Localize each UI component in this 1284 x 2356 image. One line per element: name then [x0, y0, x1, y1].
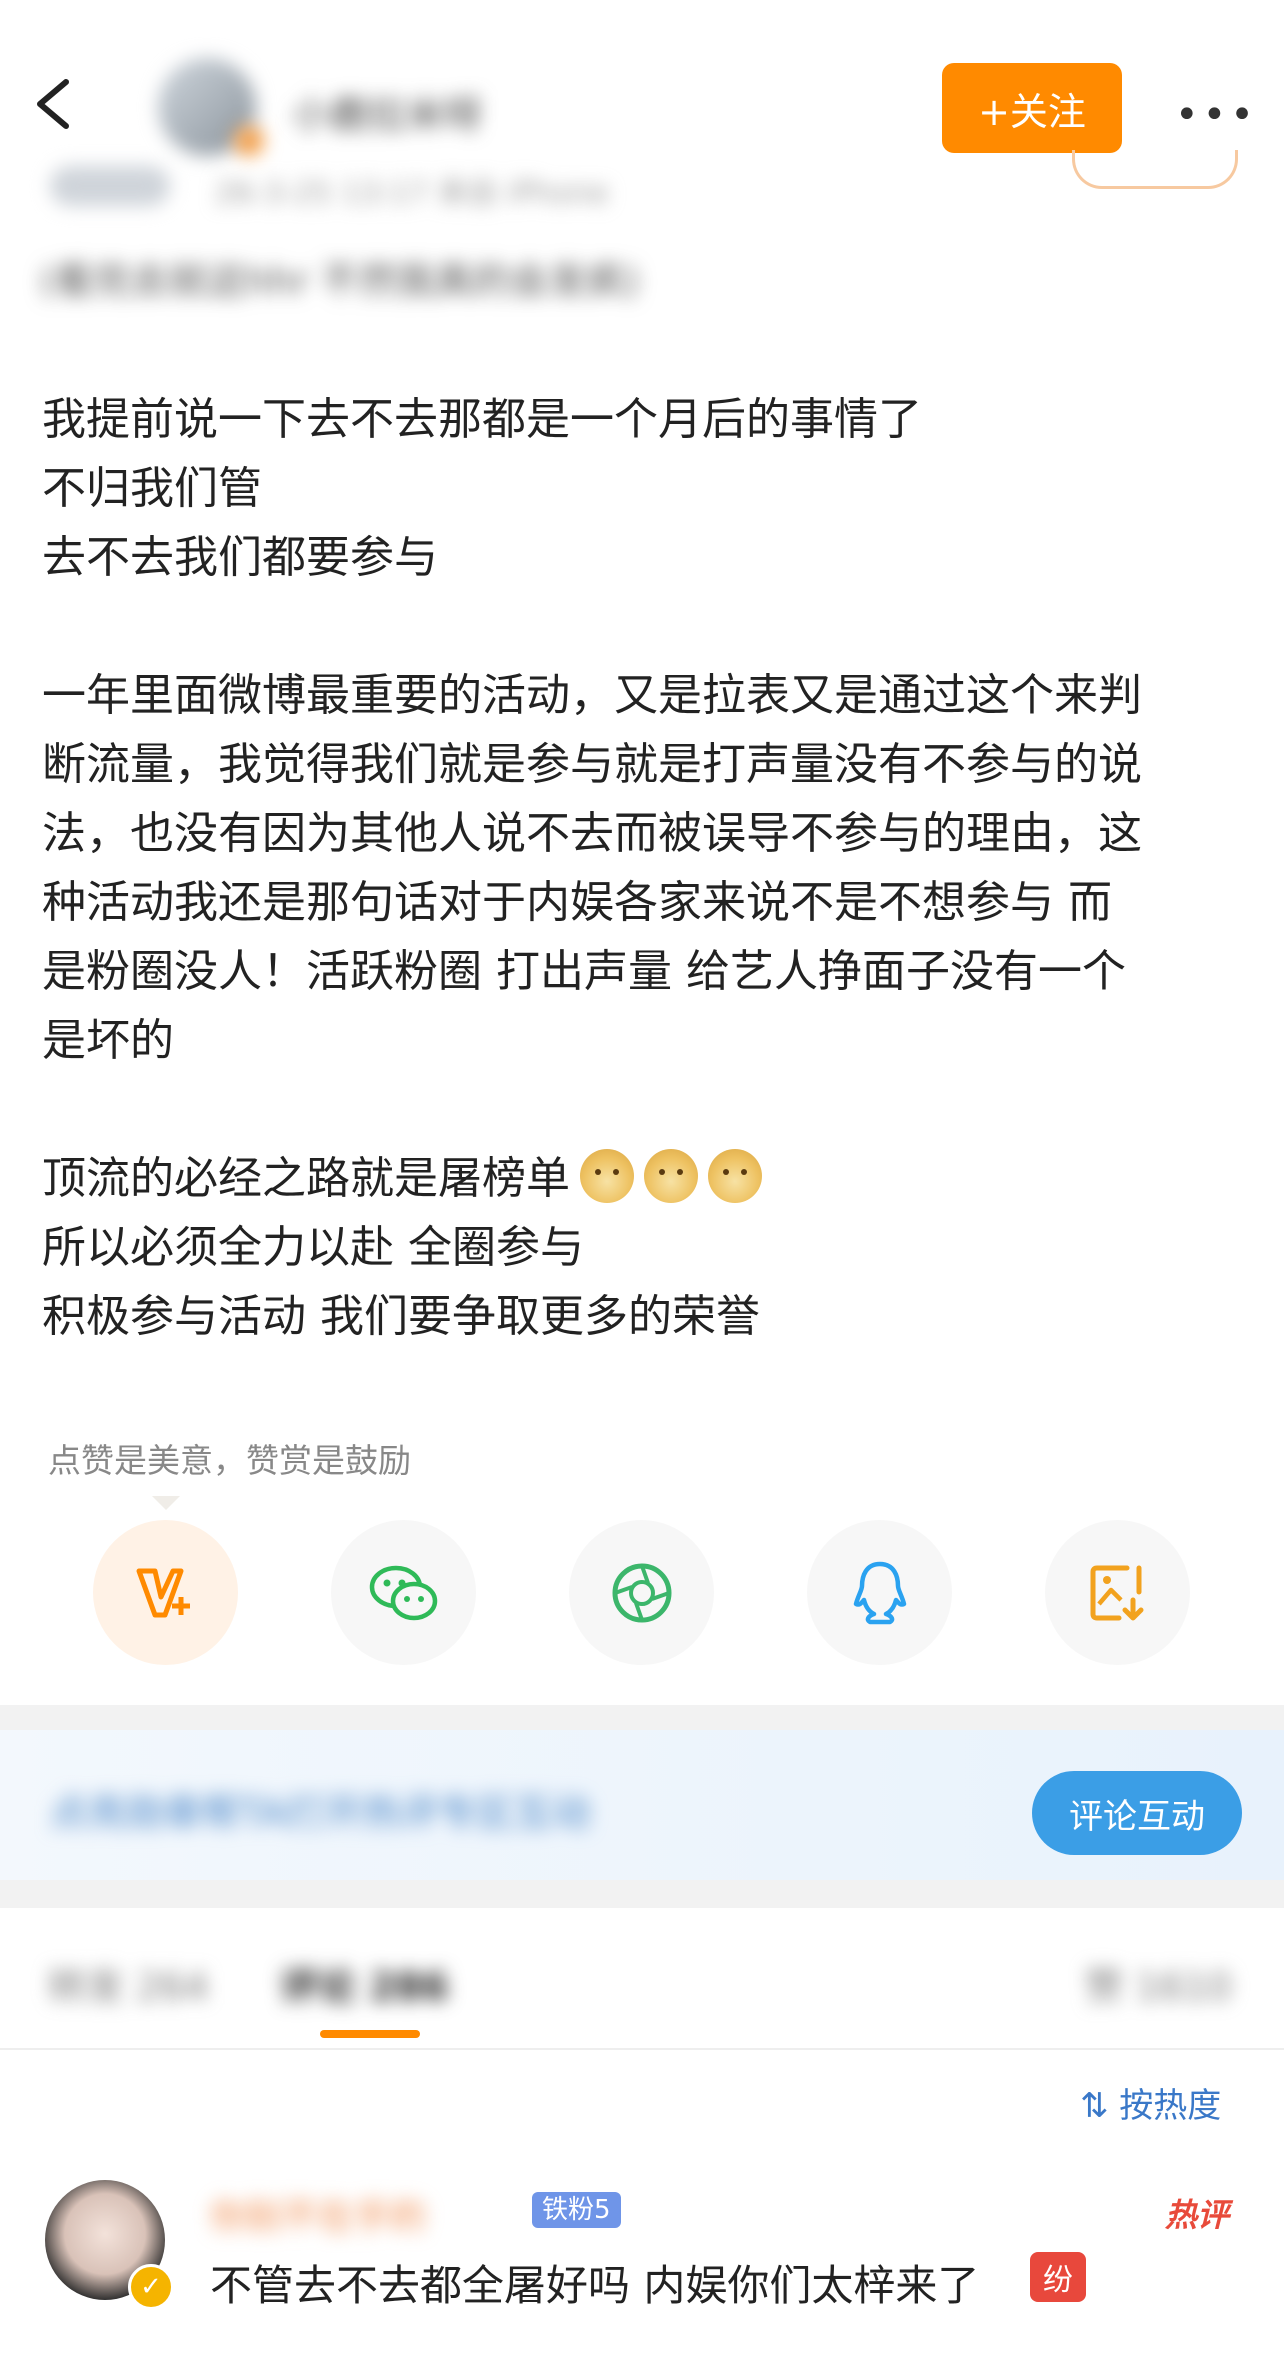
post-meta: 26-3-25 13:17 来自 iPhone: [215, 176, 609, 211]
text-line: 我提前说一下去不去那都是一个月后的事情了: [42, 394, 922, 445]
save-image-icon: [1090, 1565, 1143, 1620]
sort-by-hot-button[interactable]: ⇅ 按热度: [1080, 2078, 1221, 2127]
post-meta-row: 26-3-25 13:17 来自 iPhone: [50, 162, 950, 212]
moments-icon: [612, 1563, 671, 1622]
share-row: [93, 1520, 1193, 1665]
text-line: 去不去我们都要参与: [42, 532, 438, 583]
verified-badge-icon: ✓: [128, 2264, 174, 2310]
fan-level-badge: 铁粉5: [532, 2192, 621, 2228]
hint-arrow: [152, 1496, 180, 1510]
share-wechat-button[interactable]: [331, 1520, 476, 1665]
save-image-button[interactable]: [1045, 1520, 1190, 1665]
text-line: 不归我们管: [42, 463, 262, 514]
follow-button[interactable]: +关注: [942, 63, 1122, 153]
section-gap: [0, 1880, 1284, 1908]
text-line: 顶流的必经之路就是屠榜单: [42, 1153, 570, 1204]
author-name[interactable]: 小鹿拉米呀: [292, 84, 482, 139]
doge-emoji-icon: [580, 1149, 634, 1203]
reward-hint: 点赞是美意，赞赏是鼓励: [48, 1441, 411, 1480]
paragraph: 顶流的必经之路就是屠榜单 所以必须全力以赴 全圈参与 积极参与活动 我们要争取更…: [42, 1144, 1252, 1351]
author-avatar-badge: [234, 126, 264, 156]
tab-comments[interactable]: 评论 286: [280, 1956, 449, 2011]
sub-pill-decoration: [1072, 150, 1238, 189]
reward-button[interactable]: [93, 1520, 238, 1665]
text-line: 法，也没有因为其他人说不去而被误导不参与的理由，这: [42, 808, 1142, 859]
tab-likes[interactable]: 赞 1610: [1085, 1956, 1232, 2011]
tab-underline: [320, 2030, 420, 2038]
comment-banner: 点亮勋章帮TA打开热评专区互动 评论互动: [0, 1730, 1284, 1880]
text-line: 一年里面微博最重要的活动，又是拉表又是通过这个来判: [42, 670, 1142, 721]
commenter-name[interactable]: 你别不在乎的: [210, 2188, 426, 2240]
paragraph: 一年里面微博最重要的活动，又是拉表又是通过这个来判 断流量，我觉得我们就是参与就…: [42, 661, 1252, 1075]
section-gap: [0, 1705, 1284, 1730]
text-line: 是粉圈没人！活跃粉圈 打出声量 给艺人挣面子没有一个: [42, 946, 1126, 997]
hot-comment-label: 热评: [1165, 2196, 1230, 2234]
text-line: 断流量，我觉得我们就是参与就是打声量没有不参与的说: [42, 739, 1142, 790]
paragraph: 我提前说一下去不去那都是一个月后的事情了 不归我们管 去不去我们都要参与: [42, 385, 1252, 592]
text-line: 是坏的: [42, 1015, 174, 1066]
share-qq-button[interactable]: [807, 1520, 952, 1665]
sticker-emoji-icon: 纷: [1030, 2252, 1086, 2302]
comment-tabs: 转发 264 评论 286 赞 1610: [0, 1908, 1284, 2048]
doge-emoji-icon: [644, 1149, 698, 1203]
sort-icon: ⇅: [1080, 2086, 1120, 2126]
back-arrow-icon[interactable]: [30, 76, 78, 132]
more-options-icon[interactable]: •••: [1175, 92, 1258, 138]
sort-label: 按热度: [1119, 2086, 1222, 2126]
comment-interact-button[interactable]: 评论互动: [1032, 1771, 1242, 1855]
tab-repost[interactable]: 转发 264: [48, 1956, 209, 2011]
qq-icon: [853, 1561, 906, 1624]
post-body: 我提前说一下去不去那都是一个月后的事情了 不归我们管 去不去我们都要参与 一年里…: [42, 385, 1252, 1420]
text-line: 种活动我还是那句话对于内娱各家来说不是不想参与 而: [42, 877, 1112, 928]
divider: [0, 2048, 1284, 2050]
text-line: 积极参与活动 我们要争取更多的荣誉: [42, 1291, 760, 1342]
meta-avatar: [50, 166, 170, 206]
wechat-icon: [369, 1565, 437, 1620]
header-bar: 小鹿拉米呀 +关注 •••: [0, 0, 1284, 175]
post-source-line: (看完去就这hhr 不然我真的会发疯): [40, 259, 640, 303]
v-plus-icon: [136, 1568, 190, 1617]
doge-emoji-icon: [708, 1149, 762, 1203]
comment-text: 不管去不去都全屠好吗 内娱你们太梓来了: [210, 2261, 980, 2310]
banner-text: 点亮勋章帮TA打开热评专区互动: [50, 1791, 591, 1835]
text-line: 所以必须全力以赴 全圈参与: [42, 1222, 584, 1273]
text-line-with-emoji: 顶流的必经之路就是屠榜单: [42, 1144, 1252, 1213]
share-moments-button[interactable]: [569, 1520, 714, 1665]
